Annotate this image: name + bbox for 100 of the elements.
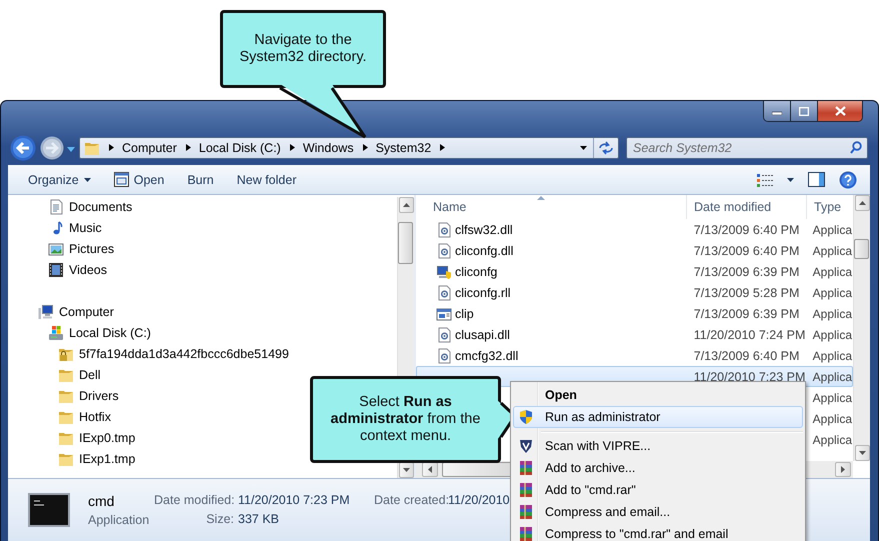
computer-shield-icon xyxy=(436,264,452,280)
file-row[interactable]: cliconfg.dll 7/13/2009 6:40 PM Applica xyxy=(416,240,853,261)
nav-item[interactable]: Dell xyxy=(8,364,101,385)
type-cell: Applica xyxy=(812,244,852,258)
column-header[interactable]: Date modified xyxy=(687,195,807,219)
nav-item[interactable]: Drivers xyxy=(8,385,119,406)
scroll-arrow-button[interactable] xyxy=(854,445,870,461)
close-button[interactable] xyxy=(818,101,862,121)
preview-pane-icon[interactable] xyxy=(808,172,825,187)
nav-item[interactable]: Videos xyxy=(8,259,107,280)
window-icon xyxy=(436,306,452,322)
date-cell: 7/13/2009 6:40 PM xyxy=(694,244,800,258)
scroll-arrow-button[interactable] xyxy=(422,462,438,477)
forward-button[interactable] xyxy=(40,136,64,160)
minimize-button[interactable] xyxy=(764,101,791,121)
field-value: 11/20/2010 xyxy=(448,492,510,506)
nav-item[interactable]: Local Disk (C:) xyxy=(8,322,151,343)
nav-item[interactable]: Hotfix xyxy=(8,406,111,427)
toolbar-button[interactable]: New folder xyxy=(230,168,304,192)
breadcrumb[interactable]: Local Disk (C:) xyxy=(198,140,281,154)
back-button[interactable] xyxy=(10,134,36,160)
window-icon xyxy=(114,172,129,187)
file-row[interactable]: clfsw32.dll 7/13/2009 6:40 PM Applica xyxy=(416,219,853,240)
toolbar-button[interactable]: Open xyxy=(106,168,172,192)
file-name: clip xyxy=(455,306,474,320)
type-cell: Applica xyxy=(812,306,852,320)
chevron-icon xyxy=(109,144,114,151)
help-icon[interactable] xyxy=(839,170,857,188)
file-name: cliconfg xyxy=(455,264,498,278)
type-cell: Applica xyxy=(812,328,852,342)
file-row[interactable]: clip 7/13/2009 6:39 PM Applica xyxy=(416,303,853,324)
caret-icon xyxy=(84,178,91,182)
file-name: cliconfg.dll xyxy=(455,244,514,258)
books-icon xyxy=(518,504,534,520)
arrow-icon xyxy=(402,468,410,472)
maximize-icon xyxy=(799,106,809,116)
refresh-icon xyxy=(598,140,614,154)
scroll-arrow-button[interactable] xyxy=(854,195,870,211)
date-cell: 11/20/2010 7:24 PM xyxy=(694,328,806,342)
breadcrumb[interactable]: Computer xyxy=(122,140,177,154)
menu-item[interactable]: Open xyxy=(513,384,803,406)
file-name: cmcfg32.dll xyxy=(455,348,518,362)
scroll-arrow-button[interactable] xyxy=(835,462,851,477)
nav-item[interactable]: IExp0.tmp xyxy=(8,427,136,448)
menu-item[interactable]: Compress to "cmd.rar" and email xyxy=(513,523,803,541)
books-icon xyxy=(518,482,534,498)
nav-item[interactable]: IExp1.tmp xyxy=(8,448,136,469)
chevron-icon xyxy=(186,144,191,151)
nav-item[interactable]: Computer xyxy=(8,301,114,322)
drive-icon xyxy=(48,324,64,340)
column-header[interactable]: Name xyxy=(416,195,687,219)
toolbar-button[interactable]: Organize xyxy=(21,168,98,192)
menu-item[interactable]: Compress and email... xyxy=(513,501,803,523)
gear-file-icon xyxy=(436,242,452,258)
type-cell: Applica xyxy=(812,222,852,236)
arrow-icon xyxy=(428,466,432,473)
menu-item[interactable]: Add to "cmd.rar" xyxy=(513,479,803,501)
file-name: cliconfg.rll xyxy=(455,286,511,300)
gear-file-icon xyxy=(436,284,452,300)
date-cell: 7/13/2009 6:39 PM xyxy=(694,264,800,278)
menu-item[interactable]: Add to archive... xyxy=(513,457,803,479)
menu-item[interactable]: Scan with VIPRE... xyxy=(513,435,803,457)
breadcrumb[interactable]: System32 xyxy=(376,140,432,154)
search-icon[interactable] xyxy=(850,140,862,154)
menu-item[interactable]: Run as administrator xyxy=(513,406,803,428)
film-icon xyxy=(48,262,64,278)
date-cell: 7/13/2009 6:40 PM xyxy=(694,222,800,236)
file-type: Application xyxy=(88,513,150,527)
view-list-icon[interactable] xyxy=(757,172,773,186)
file-name: clusapi.dll xyxy=(455,328,510,342)
scroll-thumb[interactable] xyxy=(398,222,413,264)
chevron-icon xyxy=(440,144,446,151)
field-label: Size: xyxy=(205,512,234,526)
scrollbar[interactable] xyxy=(853,195,870,461)
nav-item[interactable]: Documents xyxy=(8,196,132,217)
file-row[interactable]: clusapi.dll 11/20/2010 7:24 PM Applica xyxy=(416,324,853,345)
nav-item[interactable]: 5f7fa194dda1d3a442fbccc6dbe51499 xyxy=(8,343,289,364)
books-icon xyxy=(518,526,534,541)
dropdown-icon[interactable] xyxy=(580,146,587,150)
caret-icon[interactable] xyxy=(787,178,794,182)
arrow-icon xyxy=(858,201,866,205)
scroll-arrow-button[interactable] xyxy=(398,462,414,478)
nav-item[interactable]: Music xyxy=(8,217,102,238)
column-header[interactable]: Type xyxy=(807,195,853,219)
file-row[interactable]: cliconfg.rll 7/13/2009 5:28 PM Applica xyxy=(416,282,853,303)
scroll-thumb[interactable] xyxy=(854,239,869,259)
file-row[interactable]: cmcfg32.dll 7/13/2009 6:40 PM Applica xyxy=(416,345,853,366)
toolbar-button[interactable]: Burn xyxy=(180,168,221,192)
breadcrumb[interactable]: Windows xyxy=(302,140,354,154)
date-cell: 7/13/2009 5:28 PM xyxy=(694,286,800,300)
search-field[interactable]: Search System32 xyxy=(626,136,868,158)
arrow-icon xyxy=(402,203,410,207)
document-icon xyxy=(48,198,64,214)
maximize-button[interactable] xyxy=(791,101,818,121)
scroll-arrow-button[interactable] xyxy=(398,197,414,213)
address-bar[interactable]: Computer Local Disk (C:) Windows System32 xyxy=(79,136,619,158)
nav-item[interactable]: Pictures xyxy=(8,238,114,259)
image-icon xyxy=(48,240,64,256)
file-row[interactable]: cliconfg 7/13/2009 6:39 PM Applica xyxy=(416,261,853,282)
arrow-icon xyxy=(841,466,845,473)
